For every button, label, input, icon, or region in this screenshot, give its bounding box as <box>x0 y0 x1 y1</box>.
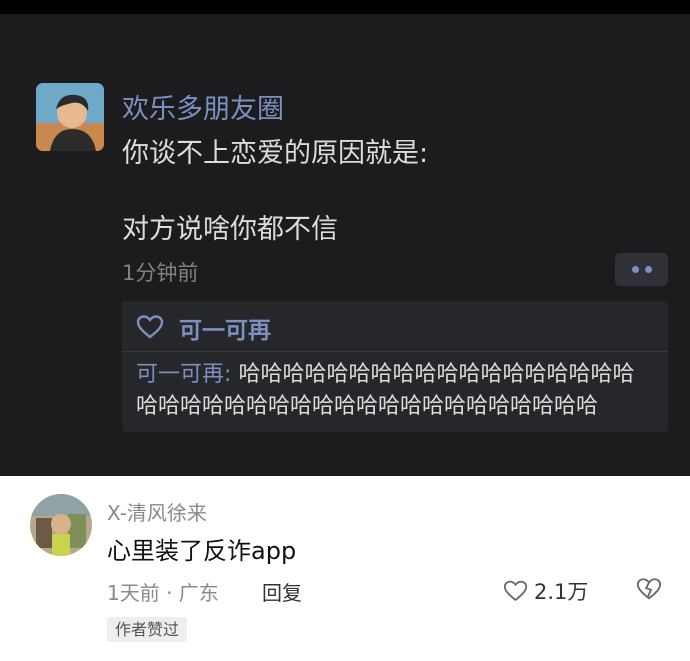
commenter-name[interactable]: X-清风徐来 <box>107 497 207 526</box>
like-count: 2.1万 <box>534 580 589 604</box>
liked-by-names[interactable]: 可一可再 <box>179 311 271 345</box>
comment-text: 心里装了反诈app <box>107 537 297 565</box>
top-black-bar <box>0 0 690 14</box>
reply-colon: : <box>224 362 232 387</box>
more-actions-button[interactable] <box>615 253 668 286</box>
reply-button[interactable]: 回复 <box>262 577 302 606</box>
likes-comments-panel: 可一可再 可一可再: 哈哈哈哈哈哈哈哈哈哈哈哈哈哈哈哈哈哈哈哈哈哈哈哈哈哈哈哈哈… <box>122 301 668 432</box>
author-liked-badge: 作者赞过 <box>107 617 188 642</box>
heart-outline-icon <box>503 580 528 602</box>
comment-meta: 1天前 · 广东 <box>107 581 219 605</box>
commenter-avatar[interactable] <box>30 494 92 556</box>
dot-icon <box>644 266 652 273</box>
heart-outline-icon <box>136 315 164 339</box>
comment-like-button[interactable]: 2.1万 <box>503 576 588 606</box>
poster-avatar[interactable] <box>36 83 104 151</box>
reply-comment[interactable]: 可一可再: 哈哈哈哈哈哈哈哈哈哈哈哈哈哈哈哈哈哈哈哈哈哈哈哈哈哈哈哈哈哈哈哈哈哈… <box>136 359 656 423</box>
poster-name[interactable]: 欢乐多朋友圈 <box>122 87 284 126</box>
reply-author[interactable]: 可一可再 <box>136 362 224 387</box>
post-text-line-1: 你谈不上恋爱的原因就是: <box>122 138 429 169</box>
dot-icon <box>631 266 639 273</box>
post-time: 1分钟前 <box>122 261 199 285</box>
likes-row: 可一可再 <box>122 301 668 352</box>
broken-heart-icon[interactable] <box>636 577 662 601</box>
post-text-line-2: 对方说啥你都不信 <box>122 214 338 245</box>
